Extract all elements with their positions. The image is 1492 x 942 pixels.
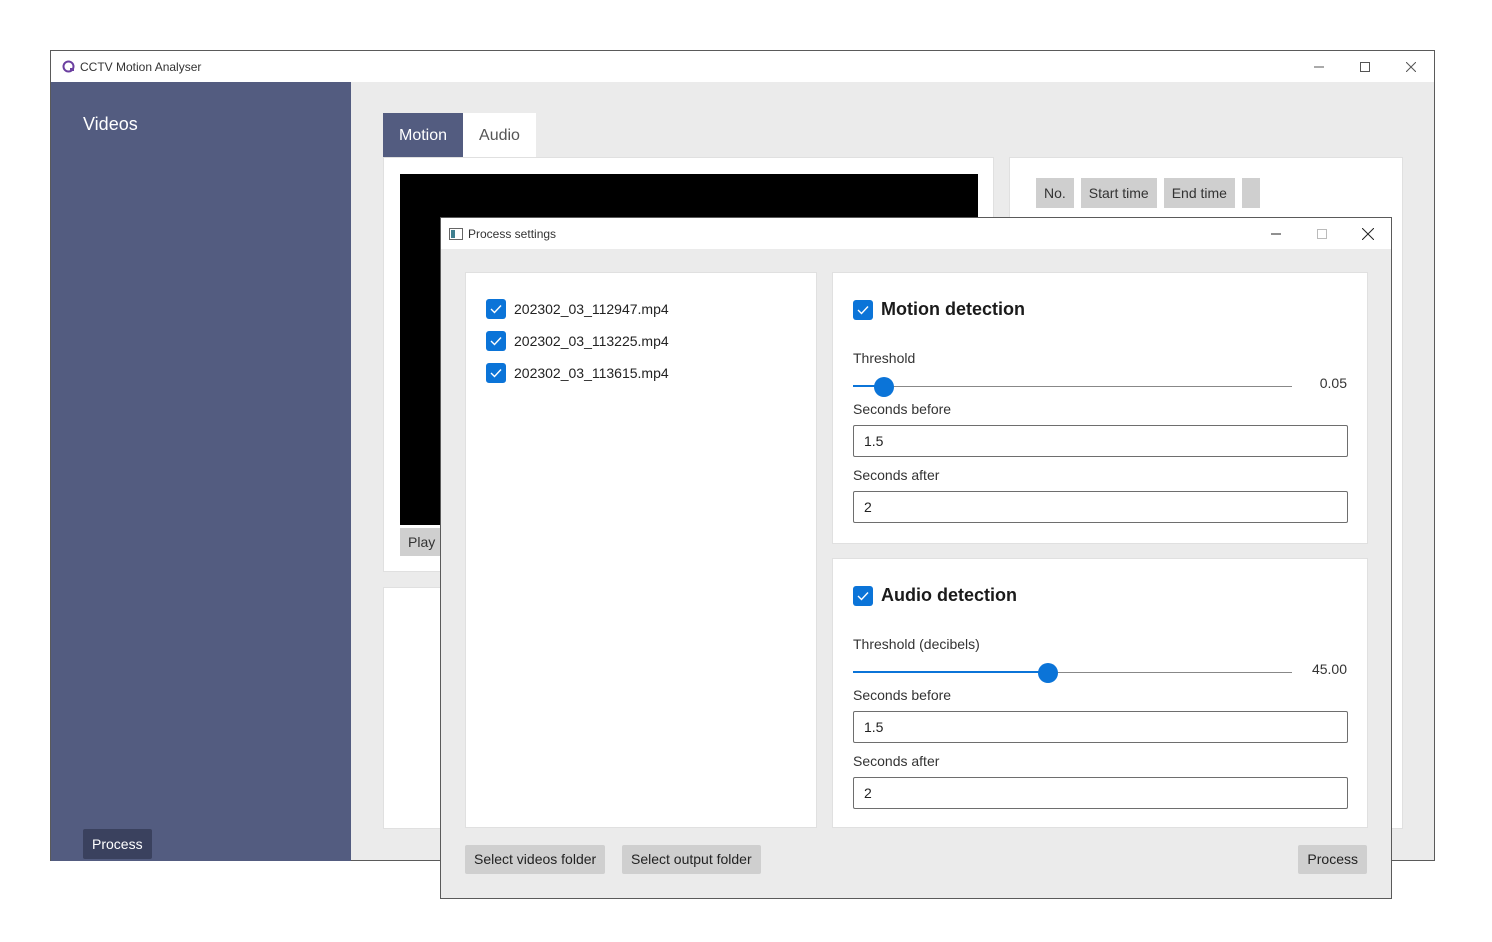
checkmark-icon [857, 591, 869, 601]
checkmark-icon [857, 305, 869, 315]
checkmark-icon [490, 337, 502, 346]
audio-detection-checkbox[interactable] [853, 585, 873, 606]
app-logo-icon [61, 60, 75, 74]
dialog-maximize-button [1299, 218, 1345, 249]
column-header-end-time[interactable]: End time [1163, 178, 1235, 208]
column-header-extra[interactable] [1241, 178, 1260, 208]
motion-seconds-after-input[interactable] [853, 491, 1348, 523]
audio-threshold-slider[interactable] [853, 663, 1292, 683]
dialog-close-button[interactable] [1345, 218, 1391, 249]
main-titlebar: CCTV Motion Analyser [51, 51, 1434, 82]
file-item[interactable]: 202302_03_113615.mp4 [486, 363, 669, 383]
sidebar: Videos Process [51, 82, 351, 861]
close-icon [1406, 61, 1416, 72]
file-list: 202302_03_112947.mp4 202302_03_113225.mp… [465, 272, 817, 828]
window-icon [449, 227, 463, 241]
audio-threshold-thumb[interactable] [1038, 663, 1058, 683]
motion-threshold-slider[interactable] [853, 377, 1292, 397]
select-videos-folder-button[interactable]: Select videos folder [465, 845, 606, 874]
minimize-icon [1314, 66, 1324, 67]
file-name: 202302_03_113615.mp4 [514, 365, 669, 381]
select-output-folder-button[interactable]: Select output folder [622, 845, 761, 874]
close-icon [1362, 227, 1374, 240]
checkmark-icon [490, 369, 502, 378]
motion-detection-checkbox[interactable] [853, 299, 873, 320]
maximize-button[interactable] [1342, 51, 1388, 82]
file-name: 202302_03_113225.mp4 [514, 333, 669, 349]
audio-detection-toggle[interactable]: Audio detection [853, 585, 1017, 606]
process-settings-dialog: Process settings 202302_03_112947.mp4 20… [440, 217, 1392, 899]
motion-threshold-thumb[interactable] [874, 377, 894, 397]
motion-detection-panel: Motion detection Threshold 0.05 Seconds … [832, 272, 1368, 544]
column-header-no[interactable]: No. [1036, 178, 1074, 208]
file-checkbox[interactable] [486, 363, 506, 383]
audio-detection-label: Audio detection [881, 585, 1017, 605]
dialog-process-button[interactable]: Process [1298, 845, 1367, 874]
file-checkbox[interactable] [486, 299, 506, 319]
column-header-start-time[interactable]: Start time [1080, 178, 1157, 208]
maximize-icon [1317, 228, 1327, 239]
audio-seconds-before-label: Seconds before [853, 687, 952, 703]
audio-detection-panel: Audio detection Threshold (decibels) 45.… [832, 558, 1368, 828]
motion-seconds-before-input[interactable] [853, 425, 1348, 457]
tab-motion[interactable]: Motion [383, 113, 464, 157]
audio-seconds-after-label: Seconds after [853, 753, 940, 769]
dialog-titlebar: Process settings [441, 218, 1391, 249]
motion-detection-toggle[interactable]: Motion detection [853, 299, 1025, 320]
motion-seconds-after-label: Seconds after [853, 467, 940, 483]
table-header: No. Start time End time [1036, 178, 1260, 208]
file-item[interactable]: 202302_03_112947.mp4 [486, 299, 669, 319]
checkmark-icon [490, 305, 502, 314]
audio-seconds-after-input[interactable] [853, 777, 1348, 809]
motion-detection-label: Motion detection [881, 299, 1025, 319]
dialog-title: Process settings [468, 226, 557, 241]
play-button[interactable]: Play [400, 528, 444, 556]
close-button[interactable] [1388, 51, 1434, 82]
motion-seconds-before-label: Seconds before [853, 401, 952, 417]
tab-audio[interactable]: Audio [463, 113, 536, 157]
sidebar-heading: Videos [83, 114, 138, 134]
file-item[interactable]: 202302_03_113225.mp4 [486, 331, 669, 351]
file-name: 202302_03_112947.mp4 [514, 301, 669, 317]
minimize-icon [1271, 233, 1281, 234]
audio-seconds-before-input[interactable] [853, 711, 1348, 743]
audio-threshold-value: 45.00 [1311, 661, 1347, 677]
motion-threshold-value: 0.05 [1319, 375, 1347, 391]
file-checkbox[interactable] [486, 331, 506, 351]
minimize-button[interactable] [1296, 51, 1342, 82]
sidebar-process-button[interactable]: Process [83, 829, 152, 859]
audio-threshold-label: Threshold (decibels) [853, 636, 980, 652]
motion-threshold-label: Threshold [853, 350, 916, 366]
dialog-minimize-button[interactable] [1253, 218, 1299, 249]
maximize-icon [1360, 61, 1370, 72]
main-window-title: CCTV Motion Analyser [80, 59, 202, 74]
tab-bar: Motion Audio [383, 113, 536, 157]
